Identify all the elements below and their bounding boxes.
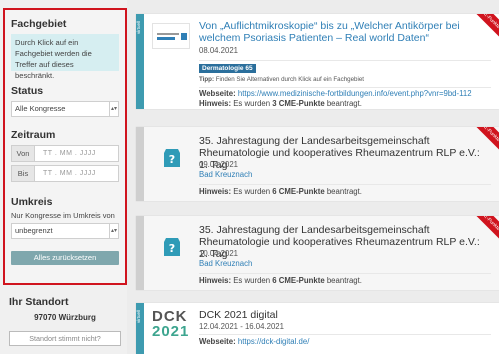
umkreis-description: Nur Kongresse im Umkreis von xyxy=(11,211,115,220)
svg-text:?: ? xyxy=(169,153,175,166)
status-select-value: Alle Kongresse xyxy=(15,104,66,113)
svg-text:?: ? xyxy=(169,242,175,255)
event-card-2[interactable]: ? 35. Jahrestagung der Landesarbeitsgeme… xyxy=(136,127,499,201)
event-card-3[interactable]: ? 35. Jahrestagung der Landesarbeitsgeme… xyxy=(136,216,499,290)
filter-panel-highlighted: Fachgebiet Durch Klick auf ein Fachgebie… xyxy=(3,8,127,285)
event-placeholder-icon: ? xyxy=(158,145,186,173)
specialty-badge[interactable]: Dermatologie 65 xyxy=(199,64,256,73)
status-title: Status xyxy=(11,85,44,97)
location-title: Ihr Standort xyxy=(9,296,69,308)
card-side-bar xyxy=(136,216,144,290)
event-title-link[interactable]: DCK 2021 digital xyxy=(199,309,481,321)
event-date: 12.04.2021 - 16.04.2021 xyxy=(199,322,284,331)
event-date: 10.04.2021 xyxy=(199,249,239,258)
event-card-1[interactable]: virtuell Von „Auflichtmikroskopie“ bis z… xyxy=(136,14,499,109)
fachgebiet-hint: Durch Klick auf ein Fachgebiet werden di… xyxy=(11,34,119,80)
event-card-4[interactable]: virtuell DCK 2021 DCK 2021 digital 12.04… xyxy=(136,303,499,354)
reset-all-button[interactable]: Alles zurücksetzen xyxy=(11,251,119,265)
location-section: Ihr Standort 97070 Würzburg Standort sti… xyxy=(3,290,127,354)
cme-note: Hinweis: Es wurden 6 CME-Punkte beantrag… xyxy=(199,187,362,196)
divider xyxy=(199,184,491,185)
page: Fachgebiet Durch Klick auf ein Fachgebie… xyxy=(0,0,499,354)
event-title-link[interactable]: 35. Jahrestagung der Landesarbeitsgemein… xyxy=(199,224,481,260)
date-to-input[interactable]: TT . MM . JJJJ xyxy=(35,165,119,182)
chevron-updown-icon: ▴▾ xyxy=(109,102,118,116)
virtual-flag: virtuell xyxy=(136,14,144,109)
divider xyxy=(199,273,491,274)
event-location-link[interactable]: Bad Kreuznach xyxy=(199,170,252,179)
date-from-row: Von TT . MM . JJJJ xyxy=(11,145,119,162)
event-logo xyxy=(152,23,190,49)
event-date: 08.04.2021 xyxy=(199,46,239,55)
date-to-label: Bis xyxy=(11,165,35,182)
umkreis-title: Umkreis xyxy=(11,196,53,208)
event-title-link[interactable]: Von „Auflichtmikroskopie“ bis zu „Welche… xyxy=(199,20,481,44)
divider xyxy=(199,60,491,61)
cme-note: Hinweis: Es wurden 6 CME-Punkte beantrag… xyxy=(199,276,362,285)
website-line: Webseite: https://www.medizinische-fortb… xyxy=(199,89,472,98)
divider xyxy=(199,334,491,335)
filter-sidebar: Fachgebiet Durch Klick auf ein Fachgebie… xyxy=(0,0,127,354)
date-from-label: Von xyxy=(11,145,35,162)
event-date: 09.04.2021 xyxy=(199,160,239,169)
website-link[interactable]: https://www.medizinische-fortbildungen.i… xyxy=(238,89,472,98)
umkreis-select-value: unbegrenzt xyxy=(15,226,53,235)
divider xyxy=(199,87,491,88)
fachgebiet-title: Fachgebiet xyxy=(11,18,67,30)
website-link[interactable]: https://dck-digital.de/ xyxy=(238,337,310,346)
website-line: Webseite: https://dck-digital.de/ xyxy=(199,337,310,346)
event-placeholder-icon: ? xyxy=(158,234,186,262)
cme-note: Hinweis: Es wurden 3 CME-Punkte beantrag… xyxy=(199,99,362,108)
event-logo: DCK 2021 xyxy=(152,308,190,340)
umkreis-select[interactable]: unbegrenzt ▴▾ xyxy=(11,223,119,239)
location-value: 97070 Würzburg xyxy=(34,313,96,322)
date-from-input[interactable]: TT . MM . JJJJ xyxy=(35,145,119,162)
chevron-updown-icon: ▴▾ xyxy=(109,224,118,238)
location-wrong-button[interactable]: Standort stimmt nicht? xyxy=(9,331,121,346)
event-location-link[interactable]: Bad Kreuznach xyxy=(199,259,252,268)
date-to-row: Bis TT . MM . JJJJ xyxy=(11,165,119,182)
zeitraum-title: Zeitraum xyxy=(11,129,56,141)
virtual-flag: virtuell xyxy=(136,303,144,354)
status-select[interactable]: Alle Kongresse ▴▾ xyxy=(11,101,119,117)
event-title-link[interactable]: 35. Jahrestagung der Landesarbeitsgemein… xyxy=(199,135,481,171)
card-side-bar xyxy=(136,127,144,201)
tip-text: Tipp: Finden Sie Alternativen durch Klic… xyxy=(199,76,364,83)
